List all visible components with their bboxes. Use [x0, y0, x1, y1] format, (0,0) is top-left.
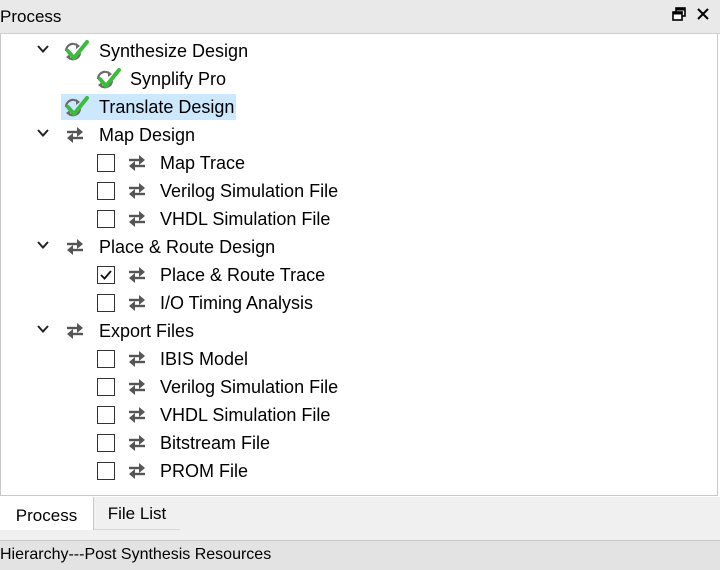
tree-item[interactable]: Bitstream File [1, 429, 717, 457]
checkbox[interactable] [97, 266, 115, 284]
tree-item[interactable]: Place & Route Design [1, 233, 717, 261]
refresh-icon [125, 292, 149, 314]
tab-label: Process [15, 506, 78, 525]
chevron-down-icon[interactable] [35, 237, 51, 253]
checkbox[interactable] [97, 154, 115, 172]
tree-item[interactable]: Map Design [1, 121, 717, 149]
tree-item-label: Verilog Simulation File [160, 377, 339, 397]
tree-item[interactable]: VHDL Simulation File [1, 205, 717, 233]
tree-item[interactable]: Map Trace [1, 149, 717, 177]
tab-label: File List [107, 504, 167, 523]
tree-item-label: VHDL Simulation File [160, 209, 331, 229]
tree-item-label: Place & Route Design [99, 237, 276, 257]
tree-item-label: I/O Timing Analysis [160, 293, 314, 313]
tree-item[interactable]: Synplify Pro [1, 65, 717, 93]
tree-item[interactable]: VHDL Simulation File [1, 401, 717, 429]
refresh-icon [125, 348, 149, 370]
tree-item[interactable]: Verilog Simulation File [1, 177, 717, 205]
process-tree[interactable]: Synthesize Design Synplify Pro Translate D… [0, 34, 718, 496]
checkbox[interactable] [97, 462, 115, 480]
tree-item[interactable]: Translate Design [1, 93, 717, 121]
tree-item[interactable]: PROM File [1, 457, 717, 485]
close-icon[interactable] [694, 6, 712, 26]
checkbox[interactable] [97, 406, 115, 424]
tree-item[interactable]: I/O Timing Analysis [1, 289, 717, 317]
chevron-down-icon[interactable] [35, 321, 51, 337]
checkbox[interactable] [97, 434, 115, 452]
tree-item-label: Translate Design [99, 97, 235, 117]
tree-item-label: PROM File [160, 461, 249, 481]
done-check-icon [95, 68, 121, 90]
tree-item[interactable]: Synthesize Design [1, 37, 717, 65]
tree-item-label: Map Trace [160, 153, 246, 173]
refresh-icon [63, 124, 87, 146]
refresh-icon [125, 432, 149, 454]
refresh-icon [63, 320, 87, 342]
process-panel-header: Process [0, 0, 720, 34]
refresh-icon [125, 152, 149, 174]
tree-item-label: IBIS Model [160, 349, 249, 369]
checkbox[interactable] [97, 210, 115, 228]
tree-item[interactable]: IBIS Model [1, 345, 717, 373]
refresh-icon [63, 236, 87, 258]
tree-item[interactable]: Export Files [1, 317, 717, 345]
tree-item-label: Bitstream File [160, 433, 271, 453]
done-check-icon [63, 96, 89, 118]
tree-item-label: Verilog Simulation File [160, 181, 339, 201]
tree-item-label: Export Files [99, 321, 195, 341]
tree-item-label: VHDL Simulation File [160, 405, 331, 425]
tab-process[interactable]: Process [0, 497, 94, 531]
done-check-icon [63, 40, 89, 62]
refresh-icon [125, 376, 149, 398]
hierarchy-panel-header: Hierarchy---Post Synthesis Resources [0, 540, 720, 570]
panel-separator [0, 530, 720, 540]
tree-item[interactable]: Verilog Simulation File [1, 373, 717, 401]
tree-item[interactable]: Place & Route Trace [1, 261, 717, 289]
tab-file-list[interactable]: File List [94, 497, 180, 530]
checkbox[interactable] [97, 378, 115, 396]
chevron-down-icon[interactable] [35, 125, 51, 141]
tree-item-label: Synplify Pro [130, 69, 227, 89]
checkbox[interactable] [97, 182, 115, 200]
tree-item-label: Map Design [99, 125, 196, 145]
panel-tab-bar: Process File List [0, 497, 720, 531]
refresh-icon [125, 264, 149, 286]
panel-title: Process [0, 7, 62, 26]
tree-item-label: Place & Route Trace [160, 265, 326, 285]
restore-window-icon[interactable] [670, 6, 688, 26]
tree-item-label: Synthesize Design [99, 41, 249, 61]
chevron-down-icon[interactable] [35, 41, 51, 57]
refresh-icon [125, 208, 149, 230]
refresh-icon [125, 404, 149, 426]
checkbox[interactable] [97, 350, 115, 368]
hierarchy-panel-title: Hierarchy---Post Synthesis Resources [0, 546, 272, 563]
refresh-icon [125, 460, 149, 482]
checkbox[interactable] [97, 294, 115, 312]
refresh-icon [125, 180, 149, 202]
